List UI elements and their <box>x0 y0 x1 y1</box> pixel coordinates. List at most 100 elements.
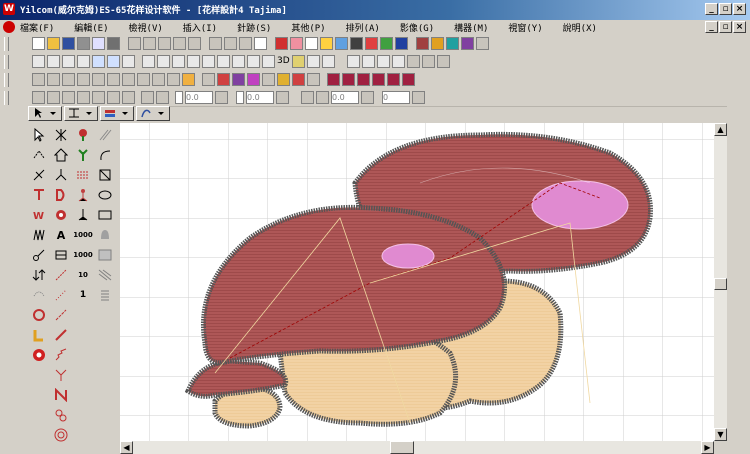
knife-icon[interactable] <box>30 166 48 184</box>
menu-window[interactable]: 視窗(Y) <box>508 21 542 34</box>
new-icon[interactable] <box>32 37 45 50</box>
run-icon[interactable] <box>157 55 170 68</box>
flip-icon[interactable] <box>107 73 120 86</box>
color-icon[interactable] <box>182 73 195 86</box>
applique-tool-icon[interactable] <box>30 326 48 344</box>
zigzag-icon[interactable] <box>47 55 60 68</box>
needle-icon[interactable] <box>335 37 348 50</box>
menu-image[interactable]: 影像(G) <box>400 21 434 34</box>
trace-icon[interactable] <box>202 73 215 86</box>
home-icon[interactable] <box>277 73 290 86</box>
menu-arrange[interactable]: 排列(A) <box>346 21 380 34</box>
scroll-up-icon[interactable]: ▲ <box>714 123 727 136</box>
emboss-icon[interactable] <box>291 55 305 68</box>
toolbar-handle[interactable] <box>4 55 9 69</box>
cross-line-icon[interactable] <box>52 366 70 384</box>
stick-figure-icon[interactable] <box>74 206 92 224</box>
monogram-icon[interactable]: W <box>30 206 48 224</box>
mirror-icon[interactable] <box>47 73 60 86</box>
lines-icon[interactable] <box>262 55 275 68</box>
menu-file[interactable]: 檔案(F) <box>20 21 54 34</box>
menu-stitch[interactable]: 針跡(S) <box>237 21 271 34</box>
satin-icon[interactable] <box>32 55 45 68</box>
fill-icon[interactable] <box>92 55 105 68</box>
stem-icon[interactable] <box>187 55 200 68</box>
save-icon[interactable] <box>62 37 75 50</box>
beaded-line-icon[interactable] <box>52 306 70 324</box>
move-icon[interactable] <box>301 91 314 104</box>
sort-icon[interactable] <box>30 266 48 284</box>
outline-icon[interactable] <box>142 55 155 68</box>
triple-line-icon[interactable] <box>52 326 70 344</box>
point-icon[interactable] <box>47 91 60 104</box>
picture-icon[interactable] <box>395 37 408 50</box>
star-icon[interactable] <box>247 73 260 86</box>
doc-restore-button[interactable]: ▫ <box>719 21 732 33</box>
angle-icon[interactable] <box>361 91 374 104</box>
ellipse-icon[interactable] <box>96 186 114 204</box>
array-icon[interactable] <box>122 73 135 86</box>
blanket-icon[interactable] <box>202 55 215 68</box>
view-fabric-icon[interactable] <box>372 73 385 86</box>
pencil-icon[interactable] <box>320 37 333 50</box>
fan-icon[interactable] <box>30 286 48 304</box>
menu-help[interactable]: 說明(X) <box>563 21 597 34</box>
horizontal-scrollbar[interactable]: ◀ ▶ <box>120 441 714 454</box>
circle-stitch-icon[interactable] <box>30 306 48 324</box>
jagged-icon[interactable] <box>247 55 260 68</box>
branch-tool-icon[interactable] <box>52 166 70 184</box>
line-mode-button[interactable] <box>136 106 170 121</box>
menu-edit[interactable]: 編輯(E) <box>74 21 108 34</box>
pattern-run-icon[interactable] <box>74 166 92 184</box>
color-tree-icon[interactable] <box>74 126 92 144</box>
menu-machine[interactable]: 構器(M) <box>454 21 488 34</box>
shape-icon[interactable] <box>305 37 318 50</box>
diagonal-line-icon[interactable] <box>52 266 70 284</box>
triple-run-icon[interactable] <box>172 55 185 68</box>
gradient-icon[interactable] <box>96 246 114 264</box>
doc-close-button[interactable]: × <box>733 21 746 33</box>
entry-icon[interactable] <box>107 91 120 104</box>
arc-icon[interactable] <box>96 146 114 164</box>
vertical-scrollbar[interactable]: ▲ ▼ <box>714 123 727 441</box>
grid-icon[interactable] <box>350 37 363 50</box>
scale-icon[interactable] <box>77 73 90 86</box>
people-icon[interactable] <box>292 73 305 86</box>
d-shape-icon[interactable] <box>52 186 70 204</box>
vertical-scroll-thumb[interactable] <box>714 278 727 290</box>
stitch-player-icon[interactable] <box>327 73 340 86</box>
print-icon[interactable] <box>77 37 90 50</box>
align-right-icon[interactable] <box>156 91 169 104</box>
wreath-icon[interactable] <box>137 73 150 86</box>
image-icon[interactable] <box>391 55 405 68</box>
undo-icon[interactable] <box>173 37 186 50</box>
tatami-icon[interactable] <box>77 55 90 68</box>
menu-insert[interactable]: 插入(I) <box>183 21 217 34</box>
lettering-tool-icon[interactable] <box>30 186 48 204</box>
motif-icon[interactable] <box>217 55 230 68</box>
stripe-icon[interactable] <box>122 55 135 68</box>
menu-other[interactable]: 其他(P) <box>291 21 325 34</box>
home-tool-icon[interactable] <box>52 146 70 164</box>
stitch-count-1[interactable]: 1 <box>74 286 92 304</box>
x-spin[interactable] <box>175 91 183 104</box>
color-film-icon[interactable] <box>416 37 429 50</box>
embroidery-design[interactable] <box>120 123 714 441</box>
x-field[interactable]: 0.0 <box>185 91 213 104</box>
stitch-count-1000a[interactable]: 1000 <box>73 226 92 244</box>
record-icon[interactable] <box>30 346 48 364</box>
rectangle-icon[interactable] <box>96 206 114 224</box>
thread-icon[interactable] <box>365 37 378 50</box>
pin-icon[interactable] <box>217 73 230 86</box>
target-icon[interactable] <box>52 426 70 444</box>
pattern-fill-icon[interactable] <box>107 55 120 68</box>
dotted-line-icon[interactable] <box>52 286 70 304</box>
width-icon[interactable] <box>276 91 289 104</box>
bell-icon[interactable] <box>96 226 114 244</box>
view-outlines-icon[interactable] <box>357 73 370 86</box>
contour-icon[interactable] <box>306 55 320 68</box>
exit-icon[interactable] <box>122 91 135 104</box>
stitch-density-icon[interactable] <box>96 266 114 284</box>
toolbar-handle[interactable] <box>4 73 9 87</box>
skew-icon[interactable] <box>92 73 105 86</box>
